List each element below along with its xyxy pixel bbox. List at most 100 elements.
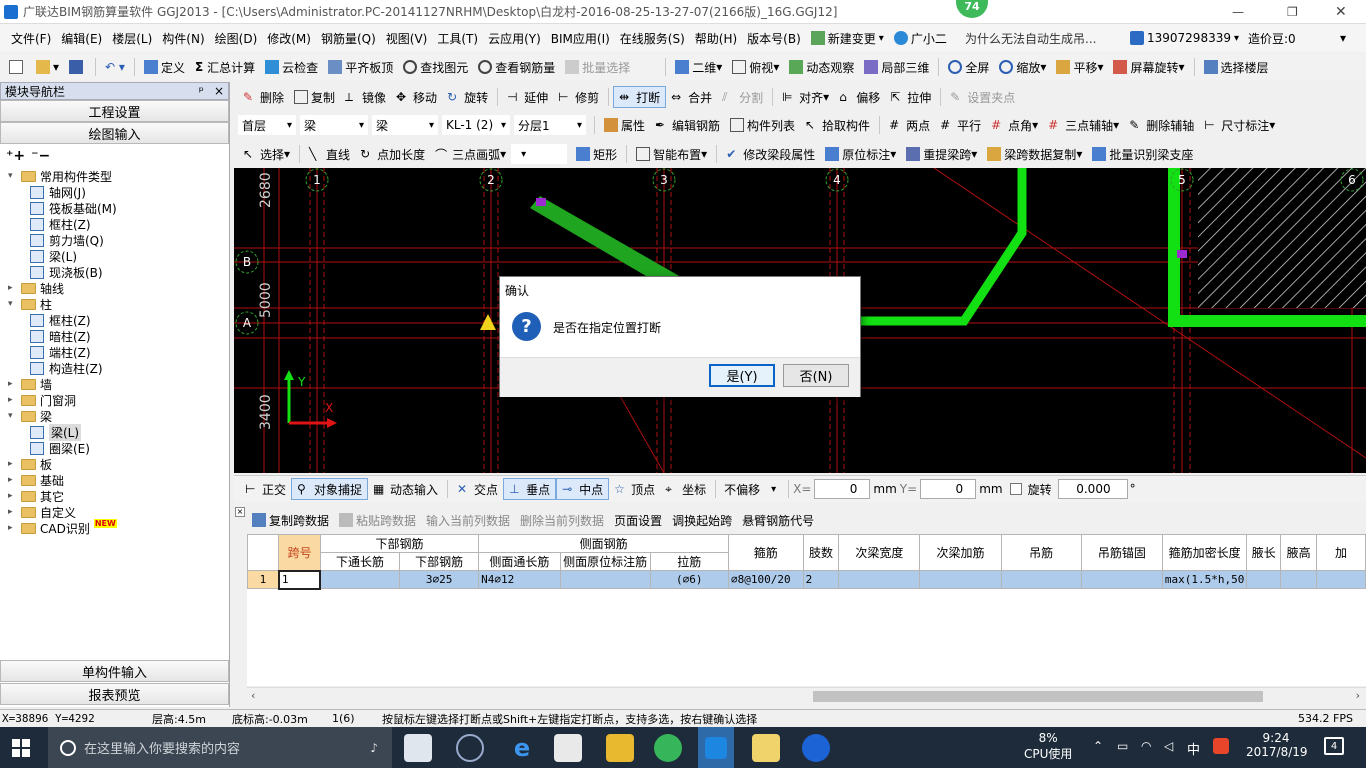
trim-button[interactable]: ⊢ 修剪 <box>553 86 604 108</box>
tree-item[interactable]: 框柱(Z) <box>8 312 229 328</box>
page-setup-button[interactable]: 页面设置 <box>609 509 667 531</box>
layer-select[interactable]: 分层1 <box>514 115 586 135</box>
menu-help[interactable]: 帮助(H) <box>690 27 742 49</box>
cell-haunch-length[interactable] <box>1246 570 1282 589</box>
top-view-dropdown[interactable]: 俯视 ▾ <box>727 56 784 78</box>
define-button[interactable]: 定义 <box>139 56 190 78</box>
y-input[interactable]: 0 <box>920 479 977 499</box>
tree-toggle-icon[interactable]: ▸ <box>8 523 18 533</box>
ortho-toggle[interactable]: ⊢ 正交 <box>240 478 291 500</box>
stretch-button[interactable]: ⇱ 拉伸 <box>885 86 936 108</box>
tree-item[interactable]: 梁(L) <box>8 423 229 441</box>
input-current-column-button[interactable]: 输入当前列数据 <box>421 509 515 531</box>
col-header-haunch-height[interactable]: 腋高 <box>1280 534 1317 571</box>
menu-view[interactable]: 视图(V) <box>381 27 433 49</box>
cell-span-no[interactable]: 1 <box>277 569 322 590</box>
extend-button[interactable]: ⊣ 延伸 <box>502 86 553 108</box>
rectangle-button[interactable]: 矩形 <box>571 143 622 165</box>
menu-file[interactable]: 文件(F) <box>6 27 56 49</box>
tree-toggle-icon[interactable]: ▾ <box>8 411 18 421</box>
break-button[interactable]: ⇹ 打断 <box>613 86 667 108</box>
align-dropdown[interactable]: ⊫ 对齐 ▾ <box>777 86 834 108</box>
save-icon[interactable] <box>64 56 91 78</box>
notice-link[interactable]: 为什么无法自动生成吊... <box>965 30 1096 47</box>
browser-360-icon[interactable] <box>654 734 682 762</box>
offset-mode-select[interactable]: 不偏移 <box>720 479 780 499</box>
horizontal-scrollbar[interactable]: ‹ › <box>247 687 1366 704</box>
minimize-button[interactable]: — <box>1232 5 1244 19</box>
tree-item[interactable]: ▸ 其它 <box>8 488 229 504</box>
menu-rebar[interactable]: 钢筋量(Q) <box>316 27 381 49</box>
full-screen-button[interactable]: 全屏 <box>943 56 994 78</box>
glodon-app-icon[interactable] <box>698 727 734 768</box>
cell-hanger[interactable] <box>1000 570 1082 589</box>
glodon-g-icon[interactable] <box>802 734 830 762</box>
col-header-hanger[interactable]: 吊筋 <box>1000 534 1082 571</box>
tree-item[interactable]: ▸ CAD识别 NEW <box>8 518 229 536</box>
batch-identify-support-button[interactable]: 批量识别梁支座 <box>1087 143 1198 165</box>
ime-indicator[interactable]: 中 <box>1187 739 1200 758</box>
table-row[interactable]: 1 1 3⌀25 N4⌀12 (⌀6) ⌀8@100/20 2 max(1.5*… <box>247 569 1366 590</box>
pick-component-button[interactable]: ↖ 拾取构件 <box>800 114 875 136</box>
category-select[interactable]: 梁 <box>300 115 368 135</box>
offset-button[interactable]: ⌂ 偏移 <box>834 86 885 108</box>
intersection-snap[interactable]: ✕ 交点 <box>452 478 503 500</box>
menu-modify[interactable]: 修改(M) <box>262 27 316 49</box>
three-point-arc-dropdown[interactable]: ⌒ 三点画弧 ▾ <box>430 143 511 165</box>
col-header-hanger-anchor[interactable]: 吊筋锚固 <box>1080 534 1163 571</box>
restore-button[interactable]: ❐ <box>1287 5 1298 19</box>
edge-browser-icon[interactable]: e <box>508 734 536 762</box>
re-extract-span-dropdown[interactable]: 重提梁跨 ▾ <box>901 143 982 165</box>
line-button[interactable]: ╲ 直线 <box>304 143 355 165</box>
yes-button[interactable]: 是(Y) <box>709 364 775 387</box>
col-header-stirrup[interactable]: 箍筋 <box>727 534 804 571</box>
file-explorer-icon[interactable] <box>606 734 634 762</box>
tree-toggle-icon[interactable]: ▸ <box>8 475 18 485</box>
select-floor-button[interactable]: 选择楼层 <box>1199 56 1274 78</box>
close-button[interactable]: ✕ <box>1335 4 1347 20</box>
arc-option-select[interactable] <box>511 144 568 164</box>
menu-tools[interactable]: 工具(T) <box>432 27 483 49</box>
tree-toggle-icon[interactable]: ▾ <box>8 299 18 309</box>
parallel-button[interactable]: # 平行 <box>935 114 986 136</box>
action-center-icon[interactable]: 4 <box>1324 737 1344 755</box>
col-header-span-no[interactable]: 跨号 <box>278 534 321 571</box>
delete-button[interactable]: ✎ 删除 <box>238 86 289 108</box>
tree-item[interactable]: 端柱(Z) <box>8 344 229 360</box>
properties-button[interactable]: 属性 <box>599 114 650 136</box>
screen-rotate-dropdown[interactable]: 屏幕旋转 ▾ <box>1108 56 1189 78</box>
clock[interactable]: 9:24 2017/8/19 <box>1246 731 1308 759</box>
move-button[interactable]: ✥ 移动 <box>391 86 442 108</box>
menu-online[interactable]: 在线服务(S) <box>615 27 690 49</box>
col-header-side-rebar[interactable]: 侧面钢筋 <box>478 534 729 553</box>
cell-bottom-bars[interactable]: 3⌀25 <box>399 570 480 589</box>
object-snap-toggle[interactable]: ⚲ 对象捕捉 <box>291 478 369 500</box>
task-view-icon[interactable] <box>404 734 432 762</box>
tree-item[interactable]: ▾ 柱 <box>8 296 229 312</box>
col-header-tie[interactable]: 拉筋 <box>649 552 729 571</box>
copy-span-data-button[interactable]: 复制跨数据 <box>247 509 334 531</box>
cell-add[interactable] <box>1315 570 1366 589</box>
batch-select-button[interactable]: 批量选择 <box>560 56 635 78</box>
sogou-ime-icon[interactable] <box>1213 738 1229 754</box>
col-header-legs[interactable]: 肢数 <box>802 534 840 571</box>
modify-span-props-button[interactable]: ✔ 修改梁段属性 <box>721 143 820 165</box>
collapse-all-icon[interactable]: ⁻− <box>31 148 50 164</box>
tree-item[interactable]: 筏板基础(M) <box>8 200 229 216</box>
cell-stirrup-dense[interactable]: max(1.5*h,50 <box>1161 570 1248 589</box>
cell-stirrup[interactable]: ⌀8@100/20 <box>727 570 804 589</box>
cell-side-in-situ[interactable] <box>559 570 651 589</box>
merge-button[interactable]: ⇔ 合并 <box>666 86 717 108</box>
col-header-bottom-rebar[interactable]: 下部钢筋 <box>319 534 480 553</box>
cell-sec-beam-add[interactable] <box>919 570 1002 589</box>
cloud-check-button[interactable]: 云检查 <box>260 56 323 78</box>
swap-start-span-button[interactable]: 调换起始跨 <box>667 509 737 531</box>
three-point-axis-dropdown[interactable]: # 三点辅轴 ▾ <box>1043 114 1124 136</box>
tree-item[interactable]: 暗柱(Z) <box>8 328 229 344</box>
grid-panel-close-icon[interactable]: × <box>235 507 245 517</box>
menu-bim[interactable]: BIM应用(I) <box>546 27 615 49</box>
scrollbar-thumb[interactable] <box>813 691 1263 702</box>
rotate-input[interactable]: 0.000 <box>1057 479 1128 499</box>
pan-dropdown[interactable]: 平移 ▾ <box>1051 56 1108 78</box>
no-button[interactable]: 否(N) <box>783 364 849 387</box>
